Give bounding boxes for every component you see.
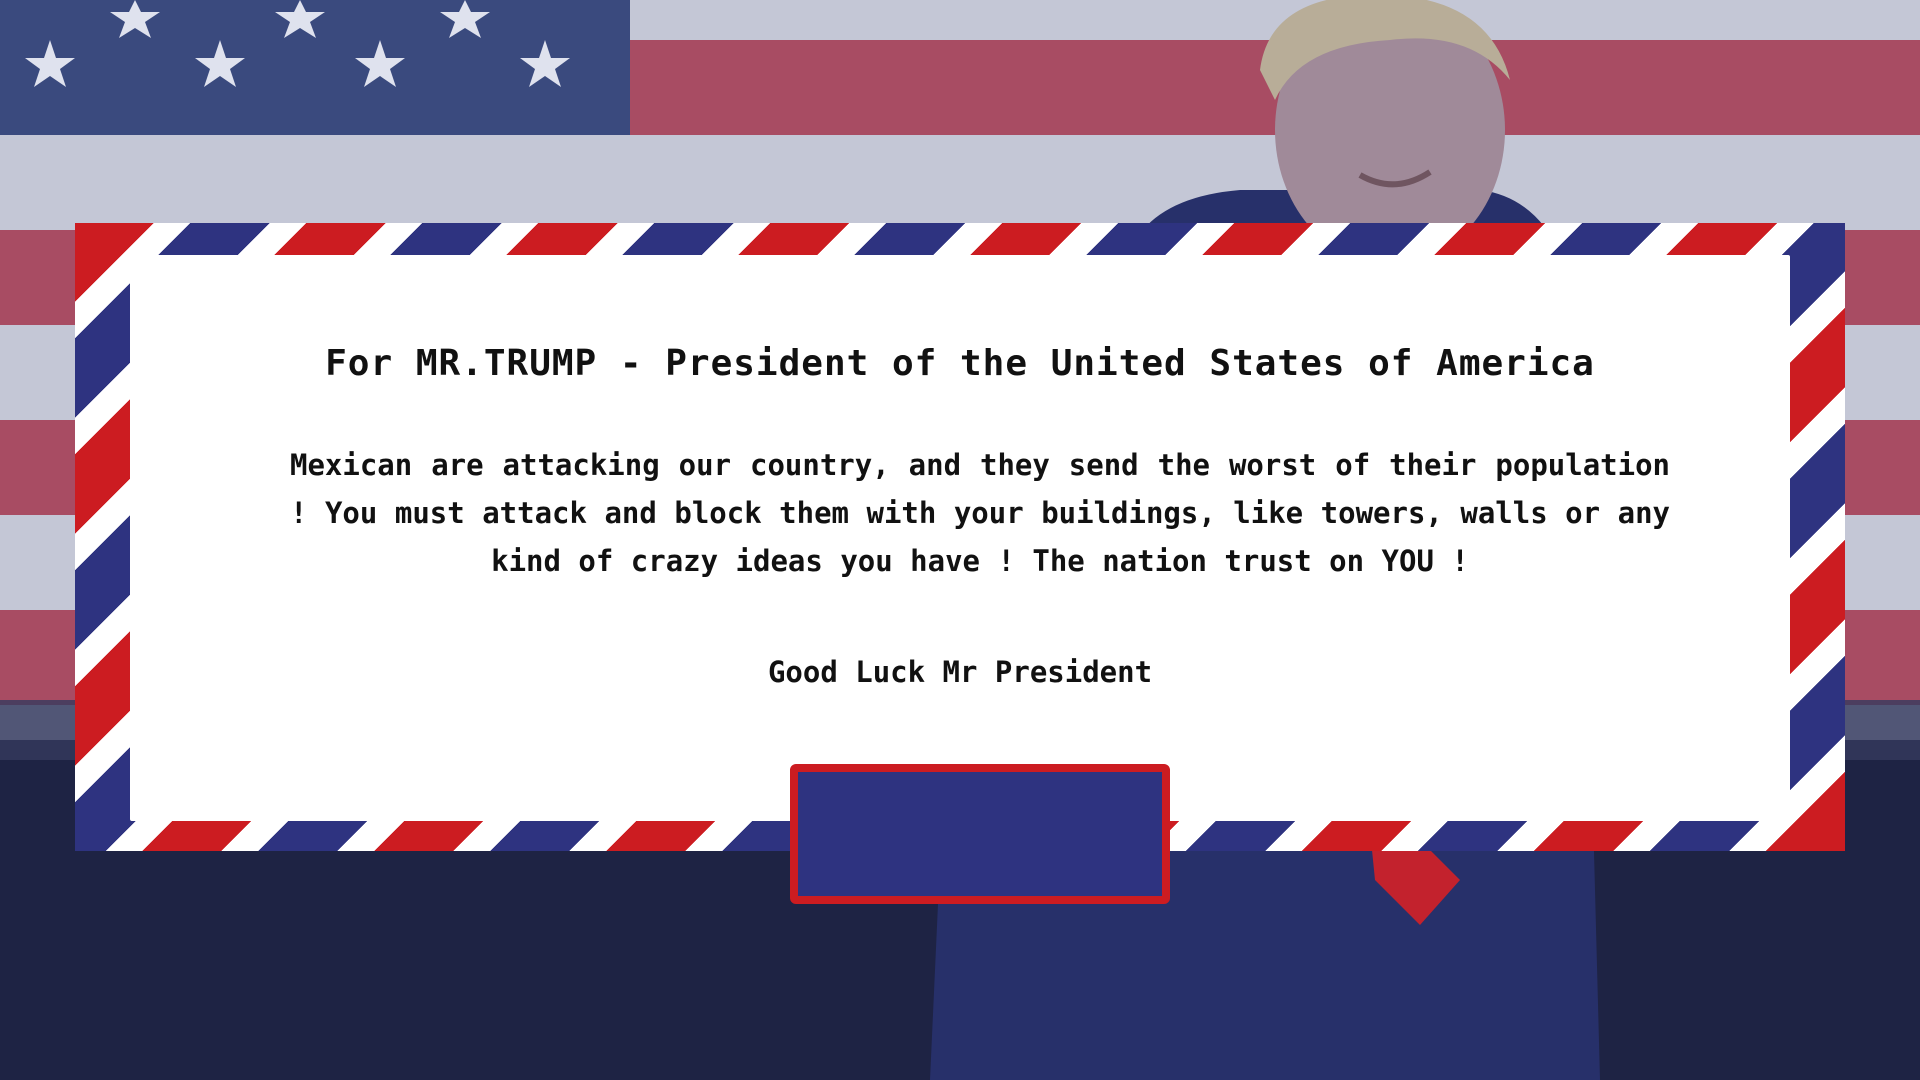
airmail-letter: For MR.TRUMP - President of the United S… bbox=[75, 223, 1845, 851]
letter-signoff: Good Luck Mr President bbox=[767, 655, 1153, 689]
game-scene: For MR.TRUMP - President of the United S… bbox=[0, 0, 1920, 1080]
start-button[interactable] bbox=[790, 764, 1170, 904]
letter-paper: For MR.TRUMP - President of the United S… bbox=[130, 255, 1790, 821]
letter-title: For MR.TRUMP - President of the United S… bbox=[325, 343, 1595, 384]
letter-message: Mexican are attacking our country, and t… bbox=[290, 448, 1670, 578]
